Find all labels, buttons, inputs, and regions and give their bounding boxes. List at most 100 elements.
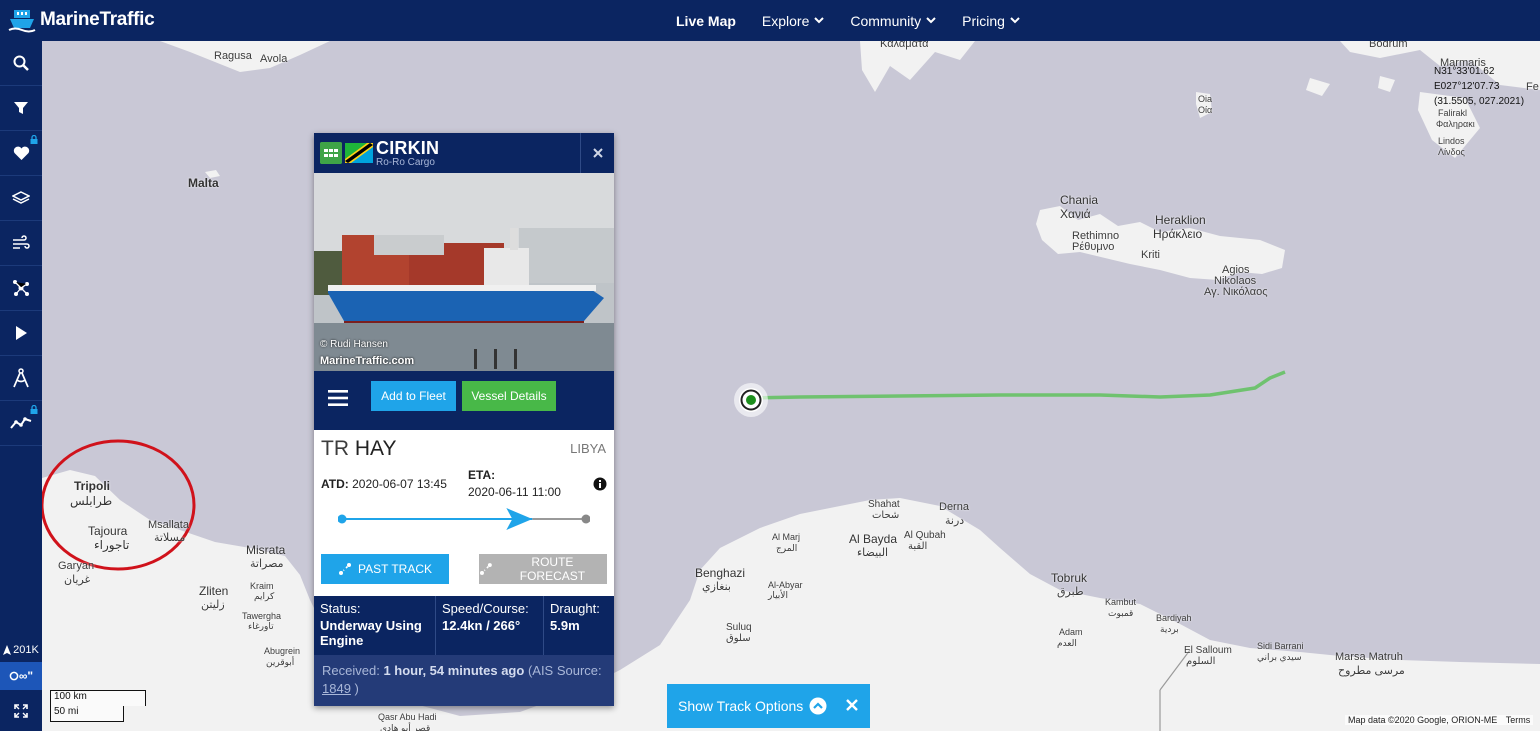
nav-live-map-label: Live Map xyxy=(676,12,736,29)
chevron-down-icon xyxy=(1010,17,1020,24)
ais-source-suffix: ) xyxy=(354,681,359,696)
draught-value: 5.9m xyxy=(550,618,580,633)
track-options-label: Show Track Options xyxy=(678,698,804,714)
tanzania-flag-icon xyxy=(345,143,373,163)
hamburger-menu-icon[interactable] xyxy=(328,389,348,407)
map-label: Msallata xyxy=(148,519,189,531)
map-label: بنغازي xyxy=(702,581,731,593)
refresh-timer[interactable]: ∞" xyxy=(0,662,42,690)
map-label: Abugrein xyxy=(264,646,301,656)
weather-button[interactable] xyxy=(0,221,42,266)
chart-icon xyxy=(10,417,32,429)
routes-button[interactable] xyxy=(0,266,42,311)
map-label: قصر أبو هادي xyxy=(380,723,431,731)
map-canvas[interactable]: Ragusa Avola Malta Καλαματα Bodrum Marma… xyxy=(42,38,1540,731)
vessel-count: 201K xyxy=(0,639,42,661)
map-label: Al Qubah xyxy=(904,530,946,541)
analytics-button[interactable] xyxy=(0,401,42,446)
network-icon xyxy=(13,280,29,296)
map-label: Shahat xyxy=(868,499,900,510)
popup-close-button[interactable] xyxy=(580,133,614,173)
map-label: Αγ. Νικόλαος xyxy=(1204,286,1268,298)
map-label: El Salloum xyxy=(1184,645,1232,656)
playback-button[interactable] xyxy=(0,311,42,356)
info-icon[interactable] xyxy=(593,477,607,491)
received-value: 1 hour, 54 minutes ago xyxy=(383,663,525,678)
atd-value: 2020-06-07 13:45 xyxy=(352,477,447,491)
status-label: Status: xyxy=(320,601,361,616)
vessel-action-bar: Add to Fleet Vessel Details xyxy=(314,371,614,430)
vessel-marker[interactable] xyxy=(733,382,769,418)
map-label: Avola xyxy=(260,53,288,65)
filter-button[interactable] xyxy=(0,86,42,131)
map-label: مصراتة xyxy=(250,558,284,570)
map-label: Kraim xyxy=(250,581,274,591)
nav-explore[interactable]: Explore xyxy=(762,13,825,29)
vessel-photo[interactable]: © Rudi Hansen MarineTraffic.com xyxy=(314,173,614,371)
map-label: Tobruk xyxy=(1051,571,1088,585)
destination-country: LIBYA xyxy=(570,441,606,456)
terms-link[interactable]: Terms xyxy=(1506,715,1531,725)
eta-value: 2020-06-11 11:00 xyxy=(468,485,561,499)
map-label: Qasr Abu Hadi xyxy=(378,712,437,722)
fullscreen-button[interactable] xyxy=(0,693,42,729)
search-button[interactable] xyxy=(0,41,42,86)
favorites-button[interactable] xyxy=(0,131,42,176)
route-forecast-button[interactable]: ROUTE FORECAST xyxy=(479,554,607,584)
map-label: أبوقرين xyxy=(266,657,295,667)
map-label: Λίνδος xyxy=(1438,147,1465,157)
map-label: مرسى مطروح xyxy=(1338,665,1405,677)
vessel-name: CIRKIN xyxy=(376,138,440,158)
nav-live-map[interactable]: Live Map xyxy=(676,13,736,29)
filter-icon xyxy=(14,102,28,114)
scale-mi: 50 mi xyxy=(50,706,124,722)
draught-label: Draught: xyxy=(550,601,600,616)
marinetraffic-logo[interactable]: MarineTraffic xyxy=(8,6,155,34)
vessel-type: Ro-Ro Cargo xyxy=(376,157,435,168)
chevron-down-icon xyxy=(814,17,825,24)
past-track-button[interactable]: PAST TRACK xyxy=(321,554,449,584)
top-navbar: MarineTraffic Live Map Explore Community… xyxy=(0,0,1540,41)
main-nav: Live Map Explore Community Pricing xyxy=(676,0,1020,41)
fullscreen-icon xyxy=(14,704,28,718)
map-label: سلوق xyxy=(726,633,751,644)
measure-button[interactable] xyxy=(0,356,42,401)
map-label: Oia xyxy=(1198,94,1213,104)
nav-pricing[interactable]: Pricing xyxy=(962,13,1020,29)
ais-source-link[interactable]: 1849 xyxy=(322,681,351,696)
route-icon xyxy=(479,563,492,575)
speed-course-cell: Speed/Course: 12.4kn / 266° xyxy=(436,596,544,655)
map-scale: 100 km 50 mi xyxy=(50,690,146,722)
map-label: كرايم xyxy=(254,591,275,601)
layers-button[interactable] xyxy=(0,176,42,221)
map-label: Ragusa xyxy=(214,50,252,62)
close-icon[interactable] xyxy=(844,697,860,713)
destination-prefix: TR xyxy=(321,437,349,460)
cursor-coordinates: N31°33'01.62 E027°12'07.73 (31.5505, 027… xyxy=(1434,64,1524,109)
grid-menu-icon[interactable] xyxy=(320,142,342,164)
draught-cell: Draught: 5.9m xyxy=(544,596,614,655)
route-icon xyxy=(338,563,351,575)
chevron-down-icon xyxy=(926,17,936,24)
map-label: Al-Abyar xyxy=(768,580,803,590)
track-options-bar[interactable]: Show Track Options xyxy=(667,684,870,728)
vessel-details-button[interactable]: Vessel Details xyxy=(462,381,556,411)
map-label: Bardiyah xyxy=(1156,613,1192,623)
map-label: Al Marj xyxy=(772,532,801,542)
destination-port: TR HAY xyxy=(321,437,396,461)
add-to-fleet-button[interactable]: Add to Fleet xyxy=(371,381,456,411)
search-icon xyxy=(13,55,29,71)
map-label: Χανιά xyxy=(1060,207,1091,221)
nav-community[interactable]: Community xyxy=(850,13,936,29)
map-label: درنة xyxy=(945,515,965,527)
chevron-up-circle-icon[interactable] xyxy=(809,697,827,715)
map-label: Derna xyxy=(939,501,969,513)
refresh-icon xyxy=(9,671,19,681)
map-label: Suluq xyxy=(726,622,752,633)
left-toolbar: 201K ∞" xyxy=(0,41,42,731)
map-label: Ηράκλειο xyxy=(1153,227,1203,241)
map-label: Misrata xyxy=(246,543,286,557)
map-label: Fe xyxy=(1526,81,1539,93)
heart-icon xyxy=(13,146,29,160)
status-value: Underway Using Engine xyxy=(320,618,422,648)
